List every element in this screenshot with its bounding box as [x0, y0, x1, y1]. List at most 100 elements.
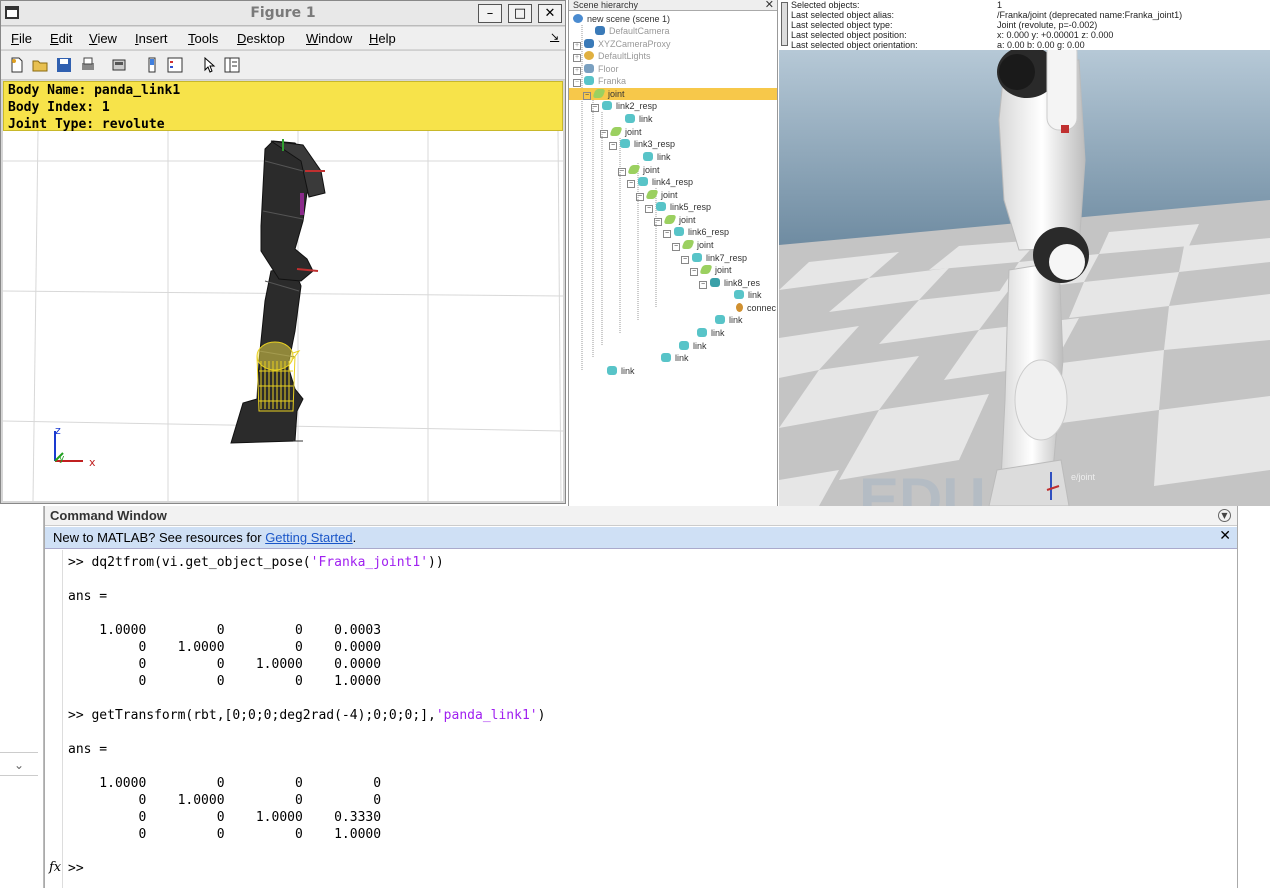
- tree-item-link[interactable]: link: [715, 314, 743, 326]
- matrix1-row3: 0 0 1.0000 0.0000: [68, 657, 382, 672]
- joint-icon: [627, 165, 641, 174]
- info-value-alias: /Franka/joint (deprecated name:Franka_jo…: [997, 10, 1183, 20]
- shape-icon: [661, 353, 671, 362]
- tree-item-defaultcamera[interactable]: DefaultCamera: [595, 25, 670, 37]
- matrix2-row1: 1.0000 0 0 0: [68, 776, 382, 791]
- info-toggle-icon[interactable]: [781, 2, 788, 46]
- colorbar-icon[interactable]: [144, 57, 160, 73]
- tree-item-joint-selected[interactable]: − joint: [569, 88, 777, 100]
- object-label: e/joint: [1071, 472, 1096, 482]
- workspace-panel-edge: [0, 506, 44, 888]
- body-info-panel: Body Name: panda_link1 Body Index: 1 Joi…: [3, 81, 563, 132]
- figure-titlebar[interactable]: Figure 1 – □ ✕: [1, 1, 565, 26]
- function-browser-icon[interactable]: fx: [49, 860, 61, 875]
- scene-render: EDU e/joint: [779, 0, 1270, 506]
- open-folder-icon[interactable]: [32, 57, 48, 73]
- joint-icon: [699, 265, 713, 274]
- shape-icon: [602, 101, 612, 110]
- shape-icon: [674, 227, 684, 236]
- robot-plot-axes[interactable]: z x y: [2, 130, 564, 502]
- tree-item-link[interactable]: link: [679, 340, 707, 352]
- new-file-icon[interactable]: [9, 57, 25, 73]
- tree-item-link2-resp[interactable]: − link2_resp: [591, 100, 657, 112]
- tree-item-link3-resp[interactable]: − link3_resp: [609, 138, 675, 150]
- menu-view[interactable]: View: [89, 31, 117, 46]
- print-icon[interactable]: [80, 57, 96, 73]
- dock-arrow-icon[interactable]: ↘: [550, 30, 559, 43]
- dummy-icon: [736, 303, 743, 312]
- menu-file[interactable]: File: [11, 31, 32, 46]
- tree-item-defaultlights[interactable]: + DefaultLights: [573, 50, 651, 62]
- tree-item-link7-resp[interactable]: − link7_resp: [681, 252, 747, 264]
- menu-desktop[interactable]: Desktop: [237, 31, 285, 46]
- tree-item-scene[interactable]: new scene (scene 1): [573, 13, 670, 25]
- joint-icon: [681, 240, 695, 249]
- shape-icon: [715, 315, 725, 324]
- tree-item-link[interactable]: link: [661, 352, 689, 364]
- tree-item-link[interactable]: link: [697, 327, 725, 339]
- tree-item-link6-resp[interactable]: − link6_resp: [663, 226, 729, 238]
- menu-tools[interactable]: Tools: [188, 31, 218, 46]
- z-axis-label: z: [55, 424, 61, 437]
- print-figure-icon[interactable]: [111, 57, 127, 73]
- tree-item-link8-res[interactable]: − link8_res: [699, 277, 760, 289]
- pointer-icon[interactable]: [201, 57, 217, 73]
- scene-hierarchy-panel: Scene hierarchy ✕ new scene (scene 1) De…: [568, 0, 778, 506]
- body-index-label: Body Index: 1: [8, 100, 110, 115]
- command-window-title: Command Window: [50, 508, 167, 523]
- property-editor-icon[interactable]: [224, 57, 240, 73]
- tree-item-joint[interactable]: − joint: [690, 264, 732, 276]
- tree-item-floor[interactable]: + Floor: [573, 63, 619, 75]
- save-icon[interactable]: [56, 57, 72, 73]
- simulation-3d-view[interactable]: EDU e/joint Selected objects: Last selec…: [779, 0, 1270, 506]
- banner-text: New to MATLAB? See resources for: [53, 530, 266, 545]
- tree-item-link[interactable]: link: [607, 365, 635, 377]
- matrix2-row2: 0 1.0000 0 0: [68, 793, 382, 808]
- shape-icon: [692, 253, 702, 262]
- command-output[interactable]: >> dq2tfrom(vi.get_object_pose('Franka_j…: [45, 550, 1237, 888]
- maximize-button[interactable]: □: [508, 4, 532, 23]
- joint-icon: [663, 215, 677, 224]
- tree-item-joint[interactable]: − joint: [618, 164, 660, 176]
- menu-help[interactable]: Help: [369, 31, 396, 46]
- tree-item-link5-resp[interactable]: − link5_resp: [645, 201, 711, 213]
- tree-item-link[interactable]: link: [734, 289, 762, 301]
- close-banner-icon[interactable]: ✕: [1219, 528, 1231, 544]
- edu-watermark: EDU: [859, 466, 986, 506]
- shape-icon: [656, 202, 666, 211]
- menu-edit[interactable]: Edit: [50, 31, 72, 46]
- command-prompt[interactable]: >>: [68, 860, 84, 877]
- shape-icon: [607, 366, 617, 375]
- selection-info-panel: Selected objects: Last selected object a…: [779, 0, 1270, 50]
- tree-item-franka[interactable]: − Franka: [573, 75, 626, 87]
- tree-item-joint[interactable]: − joint: [672, 239, 714, 251]
- close-button[interactable]: ✕: [538, 4, 562, 23]
- joint-icon: [592, 89, 606, 98]
- tree-item-joint[interactable]: − joint: [654, 214, 696, 226]
- camera-icon: [595, 26, 605, 35]
- tree-item-connection[interactable]: connec: [736, 302, 776, 314]
- minimize-button[interactable]: –: [478, 4, 502, 23]
- menu-window[interactable]: Window: [306, 31, 352, 46]
- info-label-position: Last selected object position:: [791, 30, 907, 40]
- tree-item-joint[interactable]: − joint: [600, 126, 642, 138]
- info-label-selected: Selected objects:: [791, 0, 860, 10]
- tree-item-link4-resp[interactable]: − link4_resp: [627, 176, 693, 188]
- getting-started-link[interactable]: Getting Started: [265, 530, 352, 545]
- info-label-orientation: Last selected object orientation:: [791, 40, 918, 50]
- shape-icon: [734, 290, 744, 299]
- tree-item-link[interactable]: link: [625, 113, 653, 125]
- panel-menu-icon[interactable]: ▼: [1218, 509, 1231, 522]
- figure-window: Figure 1 – □ ✕ File Edit View Insert Too…: [0, 0, 566, 504]
- tree-item-joint[interactable]: − joint: [636, 189, 678, 201]
- legend-icon[interactable]: [167, 57, 183, 73]
- command-line-1: >> dq2tfrom(vi.get_object_pose('Franka_j…: [68, 555, 444, 570]
- shape-icon: [643, 152, 653, 161]
- getting-started-banner: New to MATLAB? See resources for Getting…: [45, 527, 1237, 549]
- chevron-down-icon[interactable]: ⌄: [0, 752, 38, 776]
- tree-item-link[interactable]: link: [643, 151, 671, 163]
- camera-icon: [584, 39, 594, 48]
- menu-insert[interactable]: Insert: [135, 31, 168, 46]
- tree-item-xyzcameraproxy[interactable]: + XYZCameraProxy: [573, 38, 671, 50]
- joint-icon: [609, 127, 623, 136]
